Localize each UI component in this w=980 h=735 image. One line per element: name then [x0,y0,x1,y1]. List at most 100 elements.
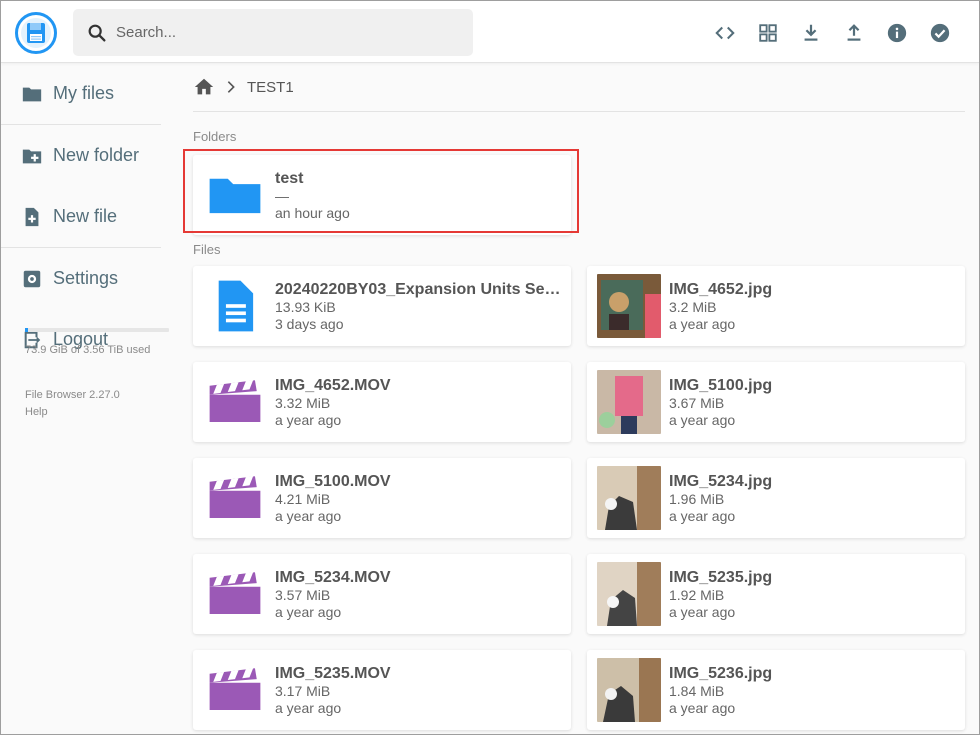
file-item[interactable]: IMG_5100.jpg 3.67 MiB a year ago [587,362,965,442]
grid-icon [758,24,777,42]
item-name: IMG_5236.jpg [669,664,773,682]
item-meta: IMG_5234.MOV 3.57 MiB a year ago [275,568,561,621]
item-name: test [275,169,304,187]
item-date: a year ago [669,411,736,428]
item-name: IMG_5100.MOV [275,472,391,490]
sidebar-item-my-files[interactable]: My files [1,63,181,124]
item-name: IMG_5235.MOV [275,664,391,682]
code-icon [714,26,735,40]
item-date: 3 days ago [275,315,344,332]
file-item[interactable]: IMG_5235.jpg 1.92 MiB a year ago [587,554,965,634]
item-name: 20240220BY03_Expansion Units Selection G… [275,280,561,298]
item-size: 4.21 MiB [275,490,331,507]
item-size: 13.93 KiB [275,298,336,315]
item-meta: IMG_5100.MOV 4.21 MiB a year ago [275,472,561,525]
app-window: My files New folder New file Settings Lo… [0,0,980,735]
chevron-right-icon [227,81,235,93]
breadcrumb: TEST1 [193,63,965,112]
usage-text: 73.9 GiB of 3.56 TiB used [25,344,151,356]
search-box[interactable] [73,9,473,56]
usage-progress-fill [25,328,28,332]
image-thumbnail [597,370,661,434]
sidebar-item-label: New file [53,206,118,226]
item-name: IMG_4652.MOV [275,376,391,394]
upload-button[interactable] [832,18,875,48]
item-meta: IMG_5235.MOV 3.17 MiB a year ago [275,664,561,717]
file-item[interactable]: IMG_5100.MOV 4.21 MiB a year ago [193,458,571,538]
image-thumbnail [597,274,661,338]
upload-icon [847,24,860,41]
item-name: IMG_5234.MOV [275,568,391,586]
sidebar-item-new-folder[interactable]: New folder [1,125,181,186]
settings-icon [23,270,41,287]
item-meta: test — an hour ago [275,169,561,222]
item-meta: IMG_4652.MOV 3.32 MiB a year ago [275,376,561,429]
sidebar-item-label: Settings [53,268,119,288]
file-item[interactable]: IMG_4652.MOV 3.32 MiB a year ago [193,362,571,442]
sidebar-item-settings[interactable]: Settings [1,248,181,309]
sidebar-item-new-file[interactable]: New file [1,186,181,247]
file-item[interactable]: IMG_5236.jpg 1.84 MiB a year ago [587,650,965,730]
file-item[interactable]: IMG_5234.jpg 1.96 MiB a year ago [587,458,965,538]
grid-view-button[interactable] [746,18,789,48]
item-size: 3.17 MiB [275,682,331,699]
file-item[interactable]: IMG_5235.MOV 3.17 MiB a year ago [193,650,571,730]
file-item[interactable]: IMG_5234.MOV 3.57 MiB a year ago [193,554,571,634]
item-size: — [275,187,289,204]
sidebar-item-label: My files [53,83,115,103]
header-actions [703,18,961,48]
item-date: a year ago [275,699,342,716]
item-size: 3.2 MiB [669,298,717,315]
storage-usage: 73.9 GiB of 3.56 TiB used [25,328,169,356]
item-date: a year ago [669,699,736,716]
item-date: an hour ago [275,204,350,221]
logo-icon[interactable] [15,12,57,54]
image-thumbnail [597,658,661,722]
search-input[interactable] [116,24,456,41]
check-circle-icon [930,23,949,43]
sidebar-item-label: New folder [53,145,140,165]
folder-icon [22,87,42,101]
top-bar [1,1,979,63]
item-meta: 20240220BY03_Expansion Units Selection G… [275,280,561,333]
item-meta: IMG_5236.jpg 1.84 MiB a year ago [669,664,955,717]
item-meta: IMG_5235.jpg 1.92 MiB a year ago [669,568,955,621]
file-item[interactable]: 20240220BY03_Expansion Units Selection G… [193,266,571,346]
item-date: a year ago [275,507,342,524]
item-meta: IMG_5234.jpg 1.96 MiB a year ago [669,472,955,525]
item-name: IMG_5235.jpg [669,568,773,586]
item-name: IMG_5234.jpg [669,472,773,490]
item-date: a year ago [669,603,736,620]
files-section-label: Files [193,242,221,257]
video-file-icon [203,466,267,530]
video-file-icon [203,370,267,434]
image-thumbnail [597,466,661,530]
item-meta: IMG_4652.jpg 3.2 MiB a year ago [669,280,955,333]
item-name: IMG_5100.jpg [669,376,773,394]
breadcrumb-current[interactable]: TEST1 [247,79,294,96]
video-file-icon [203,658,267,722]
home-icon[interactable] [193,76,215,98]
help-link[interactable]: Help [25,404,120,421]
new-folder-icon [22,149,42,163]
new-file-icon [25,207,39,226]
image-thumbnail [597,562,661,626]
item-size: 3.32 MiB [275,394,331,411]
view-source-button[interactable] [703,18,746,48]
select-button[interactable] [918,18,961,48]
folder-item-test[interactable]: test — an hour ago [183,149,579,235]
folders-section-label: Folders [193,129,237,144]
item-size: 1.96 MiB [669,490,725,507]
item-size: 1.92 MiB [669,586,725,603]
item-date: a year ago [669,315,736,332]
file-item[interactable]: IMG_4652.jpg 3.2 MiB a year ago [587,266,965,346]
item-size: 1.84 MiB [669,682,725,699]
info-icon [887,23,906,43]
item-size: 3.57 MiB [275,586,331,603]
info-button[interactable] [875,18,918,48]
item-date: a year ago [669,507,736,524]
download-button[interactable] [789,18,832,48]
search-icon [88,24,106,42]
download-icon [804,24,817,41]
version-text: File Browser 2.27.0 [25,389,120,401]
